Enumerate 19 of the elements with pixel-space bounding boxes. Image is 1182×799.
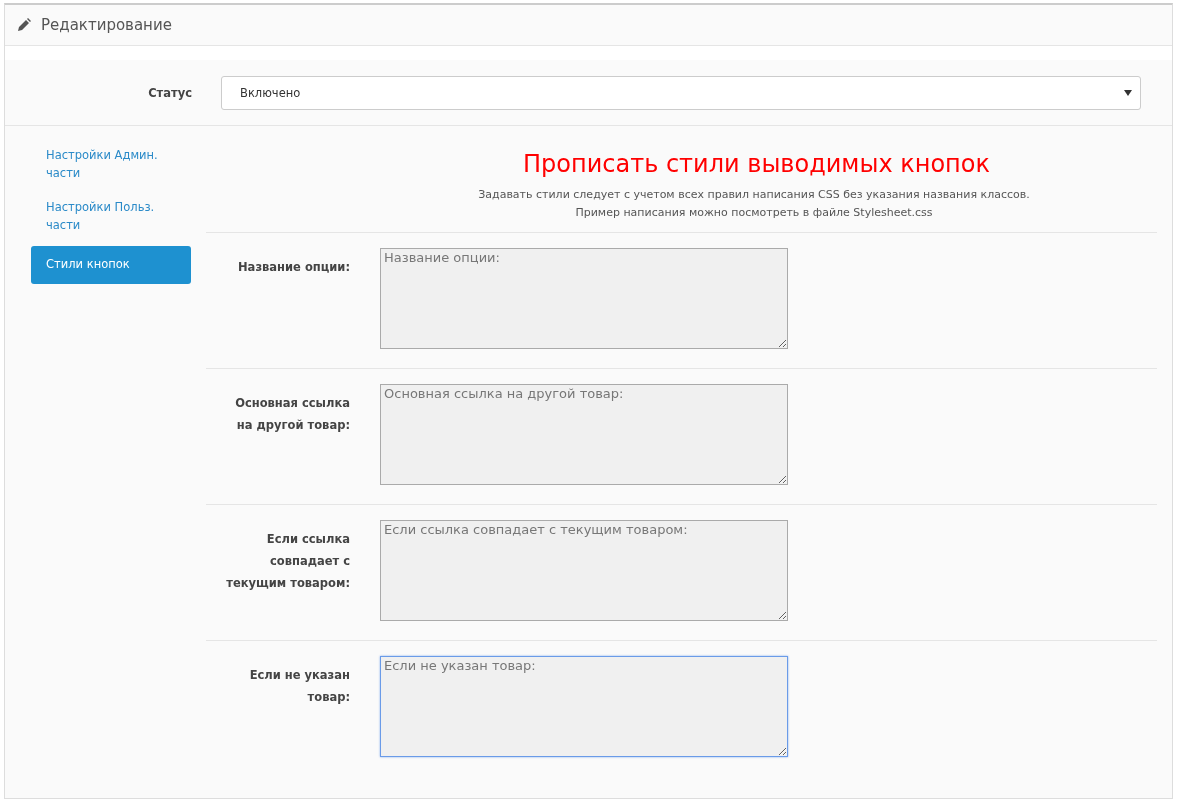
pencil-icon <box>17 18 31 32</box>
text-area[interactable]: Основная ссылка на другой товар: <box>380 384 788 485</box>
panel-title: Редактирование <box>41 16 172 34</box>
section-note: Задавать стили следует с учетом всех правил написания CSS без указания названия классов. <box>477 187 1031 203</box>
section-note: Пример написания можно посмотреть в файле Stylesheet.css <box>574 205 934 221</box>
status-select[interactable]: Включено <box>221 75 1141 110</box>
sidebar-item[interactable]: Стили кнопок <box>31 246 191 284</box>
sidebar-item[interactable]: Настройки Польз. части <box>31 190 191 242</box>
field-label: Если ссылка совпадает с текущим товаром: <box>225 531 350 592</box>
field-label: Основная ссылка на другой товар: <box>234 395 350 434</box>
text-area[interactable]: Если ссылка совпадает с текущим товаром: <box>380 520 788 621</box>
section-heading: Прописать стили выводимых кнопок <box>522 150 991 178</box>
text-area[interactable]: Название опции: <box>380 248 788 349</box>
caret-icon <box>1124 89 1132 96</box>
field-label: Если не указан товар: <box>248 667 350 706</box>
sidebar-item[interactable]: Настройки Админ. части <box>31 138 191 190</box>
text-area[interactable]: Если не указан товар: <box>380 656 788 757</box>
field-label: Название опции: <box>237 259 350 276</box>
field-label: Статус <box>147 85 192 100</box>
